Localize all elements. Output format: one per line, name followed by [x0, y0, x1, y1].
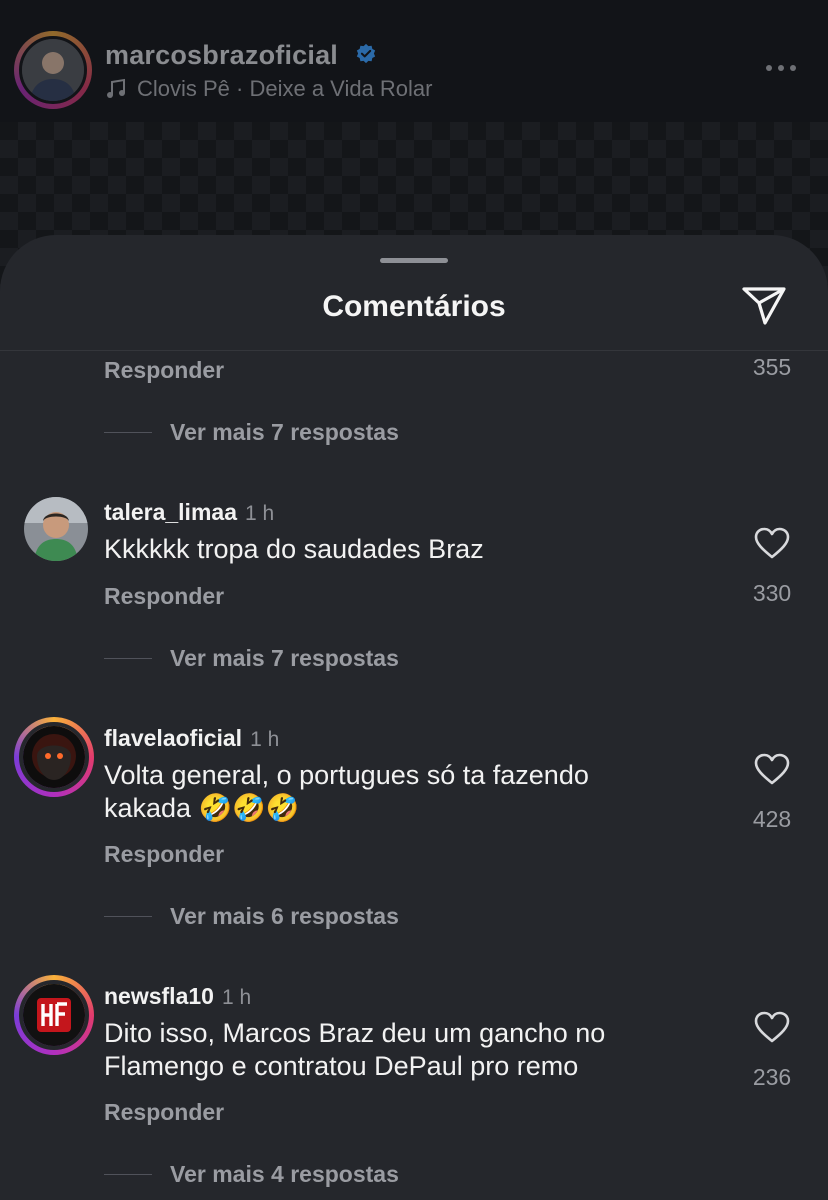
like-count: 355 [752, 354, 792, 380]
replies-divider-line [104, 915, 152, 917]
verified-badge-icon [356, 43, 376, 64]
replies-divider-line [104, 431, 152, 433]
view-more-replies[interactable]: Ver mais 4 respostas [104, 1159, 399, 1189]
commenter-avatar [19, 980, 89, 1050]
comment-text-line: Volta general, o portugues só ta fazendo [104, 760, 589, 790]
view-more-replies[interactable]: Ver mais 6 respostas [104, 901, 399, 931]
view-more-replies-label: Ver mais 4 respostas [170, 1160, 399, 1187]
like-count: 330 [752, 580, 792, 606]
comment-header: talera_limaa 1 h [104, 499, 274, 526]
music-info[interactable]: Clovis Pê · Deixe a Vida Rolar [105, 76, 433, 102]
view-more-replies-label: Ver mais 7 respostas [170, 644, 399, 671]
comment-time: 1 h [244, 502, 275, 525]
person-photo-icon [24, 497, 88, 561]
commenter-username[interactable]: talera_limaa [104, 499, 237, 526]
comments-sheet: Comentários Responder 355 Ver mais 7 res… [0, 235, 828, 1200]
music-note-icon [107, 78, 125, 98]
commenter-avatar[interactable] [24, 497, 88, 561]
view-more-replies[interactable]: Ver mais 7 respostas [104, 417, 399, 447]
comment-time: 1 h [250, 728, 280, 751]
person-photo-icon [22, 39, 84, 101]
view-more-replies-label: Ver mais 7 respostas [170, 418, 399, 445]
comment-header: newsfla10 1 h [104, 983, 251, 1010]
sheet-title: Comentários [322, 290, 506, 323]
story-ring[interactable] [14, 717, 94, 797]
comment-text: Kkkkkk tropa do saudades Braz [104, 533, 484, 566]
replies-divider-line [104, 657, 152, 659]
like-count: 428 [752, 806, 792, 832]
comment-text-line: Dito isso, Marcos Braz deu um gancho no [104, 1018, 606, 1048]
sheet-drag-handle[interactable] [380, 258, 448, 263]
heart-icon[interactable] [754, 1011, 790, 1043]
reply-button[interactable]: Responder [104, 583, 224, 610]
commenter-username[interactable]: flavelaoficial [104, 725, 242, 752]
comment-text-line: kakada 🤣🤣🤣 [104, 793, 300, 823]
masked-figure-icon [23, 726, 85, 788]
newsfla-logo-icon [23, 984, 85, 1046]
comment-header: flavelaoficial 1 h [104, 725, 279, 752]
owner-username[interactable]: marcosbrazoficial [105, 40, 338, 71]
more-options-icon[interactable] [766, 60, 800, 76]
comment-text: Dito isso, Marcos Braz deu um gancho no … [104, 1017, 605, 1083]
owner-avatar[interactable] [19, 36, 87, 104]
reply-button[interactable]: Responder [104, 357, 224, 384]
like-count: 236 [752, 1064, 792, 1090]
sheet-divider [0, 350, 828, 351]
story-ring[interactable] [14, 975, 94, 1055]
comment-text-line: Kkkkkk tropa do saudades Braz [104, 534, 484, 564]
music-track-label: Clovis Pê · Deixe a Vida Rolar [137, 76, 433, 101]
comment-time: 1 h [221, 986, 252, 1009]
commenter-username[interactable]: newsfla10 [104, 983, 214, 1010]
view-more-replies-label: Ver mais 6 respostas [170, 902, 399, 929]
heart-icon[interactable] [754, 527, 790, 559]
view-more-replies[interactable]: Ver mais 7 respostas [104, 643, 399, 673]
commenter-avatar [19, 722, 89, 792]
reply-button[interactable]: Responder [104, 1099, 224, 1126]
comment-text-line: Flamengo e contratou DePaul pro remo [104, 1051, 579, 1081]
send-icon[interactable] [740, 283, 788, 327]
replies-divider-line [104, 1173, 152, 1175]
comment-text: Volta general, o portugues só ta fazendo… [104, 759, 589, 825]
reply-button[interactable]: Responder [104, 841, 224, 868]
heart-icon[interactable] [754, 753, 790, 785]
